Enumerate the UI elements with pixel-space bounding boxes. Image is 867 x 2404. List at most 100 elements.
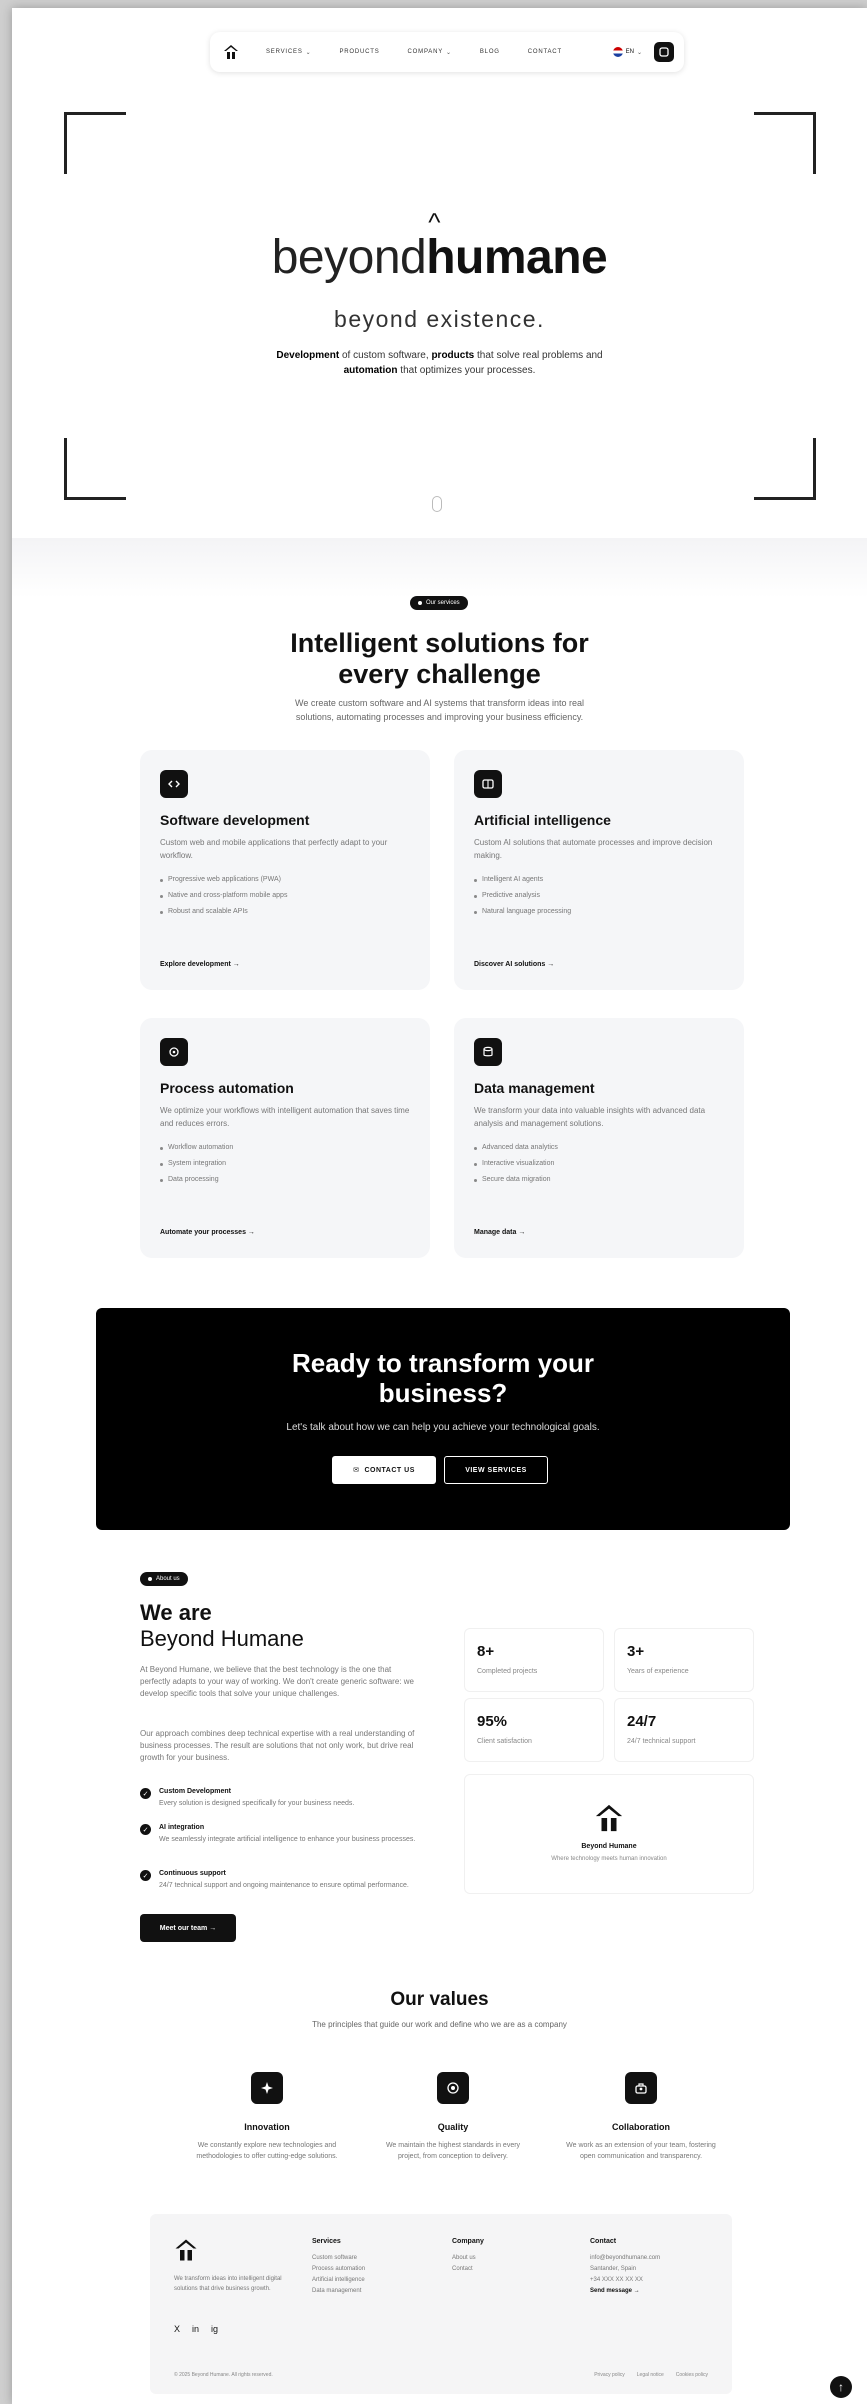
about-paragraph: At Beyond Humane, we believe that the be… [140, 1665, 414, 1698]
services-pill: Our services [410, 596, 468, 610]
contact-us-button[interactable]: ✉ CONTACT US [332, 1456, 436, 1484]
frame-corner [64, 438, 126, 500]
app-icon[interactable] [654, 42, 674, 62]
about-paragraph: Our approach combines deep technical exp… [140, 1729, 415, 1762]
check-icon: ✓ [140, 1788, 151, 1799]
list-item: Natural language processing [474, 908, 724, 915]
team-icon [625, 2072, 657, 2104]
arrow-up-icon: ↑ [838, 2380, 844, 2394]
view-services-button[interactable]: VIEW SERVICES [444, 1456, 548, 1484]
footer-email[interactable]: info@beyondhumane.com [590, 2255, 660, 2261]
scroll-indicator[interactable] [432, 496, 442, 512]
hero-tagline: beyond existence. [334, 306, 545, 332]
list-item: Workflow automation [160, 1144, 410, 1151]
nav-menu: SERVICES ⌄ PRODUCTS COMPANY ⌄ BLOG CONTACT [266, 49, 613, 56]
nav-item-contact[interactable]: CONTACT [528, 49, 562, 56]
x-icon[interactable]: X [174, 2324, 180, 2334]
about-title: We are Beyond Humane [140, 1600, 304, 1651]
services-title: Intelligent solutions for every challenge [290, 628, 589, 689]
chevron-down-icon: ⌄ [446, 49, 452, 56]
mail-icon: ✉ [353, 1467, 360, 1474]
list-item: Advanced data analytics [474, 1144, 724, 1151]
database-icon [474, 1038, 502, 1066]
footer-link[interactable]: About us [452, 2255, 484, 2261]
service-card-ai: Artificial intelligence Custom AI soluti… [454, 750, 744, 990]
house-logo-icon[interactable] [174, 2238, 198, 2262]
nav-item-company[interactable]: COMPANY ⌄ [408, 49, 452, 56]
instagram-icon[interactable]: ig [211, 2324, 218, 2334]
list-item: Progressive web applications (PWA) [160, 876, 410, 883]
check-icon: ✓ [140, 1870, 151, 1881]
card-feature-list: Intelligent AI agents Predictive analysi… [474, 876, 724, 915]
flag-icon [612, 47, 623, 57]
about-feature: ✓ Custom Development Every solution is d… [140, 1788, 422, 1809]
services-subtitle: We create custom software and AI systems… [295, 698, 584, 722]
footer-link[interactable]: Process automation [312, 2266, 365, 2272]
manage-data-link[interactable]: Manage data → [474, 1229, 525, 1236]
cta-subtitle: Let's talk about how we can help you ach… [286, 1422, 600, 1433]
footer-bottom: © 2025 Beyond Humane. All rights reserve… [174, 2372, 708, 2378]
footer-link[interactable]: Custom software [312, 2255, 365, 2261]
cta-banner: Ready to transform your business? Let's t… [96, 1308, 790, 1530]
send-message-link[interactable]: Send message → [590, 2288, 660, 2294]
social-links: X in ig [174, 2324, 218, 2334]
card-feature-list: Workflow automation System integration D… [160, 1144, 410, 1183]
value-innovation: Innovation We constantly explore new tec… [192, 2072, 342, 2162]
nav-item-blog[interactable]: BLOG [480, 49, 500, 56]
values-subtitle: The principles that guide our work and d… [312, 2020, 567, 2029]
site-footer: We transform ideas into intelligent digi… [150, 2214, 732, 2394]
footer-phone[interactable]: +34 XXX XX XX XX [590, 2277, 660, 2283]
hero-description: Development of custom software, products… [276, 350, 603, 376]
meet-team-button[interactable]: Meet our team → [140, 1914, 236, 1942]
language-selector[interactable]: EN ⌄ [612, 47, 642, 57]
list-item: Native and cross-platform mobile apps [160, 892, 410, 899]
check-icon: ✓ [140, 1824, 151, 1835]
footer-link[interactable]: Cookies policy [676, 2372, 708, 2378]
gear-icon [160, 1038, 188, 1066]
cta-title: Ready to transform your business? [292, 1348, 594, 1408]
footer-link[interactable]: Contact [452, 2266, 484, 2272]
stat-card: 95% Client satisfaction [464, 1698, 604, 1762]
brand-logo-card: Beyond Humane Where technology meets hum… [464, 1774, 754, 1894]
footer-col-contact: Contact info@beyondhumane.com Santander,… [590, 2238, 661, 2294]
footer-description: We transform ideas into intelligent digi… [174, 2276, 282, 2292]
service-card-software: Software development Custom web and mobi… [140, 750, 430, 990]
about-feature: ✓ Continuous support 24/7 technical supp… [140, 1870, 422, 1891]
copyright: © 2025 Beyond Humane. All rights reserve… [174, 2372, 273, 2378]
list-item: Intelligent AI agents [474, 876, 724, 883]
card-feature-list: Advanced data analytics Interactive visu… [474, 1144, 724, 1183]
value-collaboration: Collaboration We work as an extension of… [566, 2072, 716, 2162]
nav-item-products[interactable]: PRODUCTS [339, 49, 379, 56]
page: SERVICES ⌄ PRODUCTS COMPANY ⌄ BLOG CONTACT… [12, 8, 867, 2404]
linkedin-icon[interactable]: in [192, 2324, 199, 2334]
target-icon [437, 2072, 469, 2104]
about-pill: About us [140, 1572, 188, 1586]
scroll-to-top-button[interactable]: ↑ [830, 2376, 852, 2398]
footer-link[interactable]: Data management [312, 2288, 365, 2294]
hero-brand: beyondhumane [12, 230, 867, 285]
footer-location: Santander, Spain [590, 2266, 637, 2272]
values-title: Our values [390, 1989, 489, 2010]
list-item: Secure data migration [474, 1176, 724, 1183]
list-item: System integration [160, 1160, 410, 1167]
legal-links: Privacy policy Legal notice Cookies poli… [594, 2372, 708, 2378]
house-logo-icon[interactable] [220, 41, 242, 63]
card-feature-list: Progressive web applications (PWA) Nativ… [160, 876, 410, 915]
automate-processes-link[interactable]: Automate your processes → [160, 1229, 255, 1236]
nav-item-services[interactable]: SERVICES ⌄ [266, 49, 311, 56]
sparkle-icon [251, 2072, 283, 2104]
footer-col-services: Services Custom software Process automat… [312, 2238, 366, 2294]
footer-col-company: Company About us Contact [452, 2238, 484, 2272]
frame-corner [754, 112, 816, 174]
chevron-down-icon: ⌄ [636, 49, 642, 56]
explore-development-link[interactable]: Explore development → [160, 961, 240, 968]
top-navbar: SERVICES ⌄ PRODUCTS COMPANY ⌄ BLOG CONTACT… [210, 32, 684, 72]
discover-ai-link[interactable]: Discover AI solutions → [474, 961, 554, 968]
list-item: Interactive visualization [474, 1160, 724, 1167]
stat-card: 24/7 24/7 technical support [614, 1698, 754, 1762]
footer-link[interactable]: Privacy policy [594, 2372, 625, 2378]
footer-link[interactable]: Artificial intelligence [312, 2277, 365, 2283]
service-card-automation: Process automation We optimize your work… [140, 1018, 430, 1258]
footer-link[interactable]: Legal notice [637, 2372, 664, 2378]
frame-corner [754, 438, 816, 500]
